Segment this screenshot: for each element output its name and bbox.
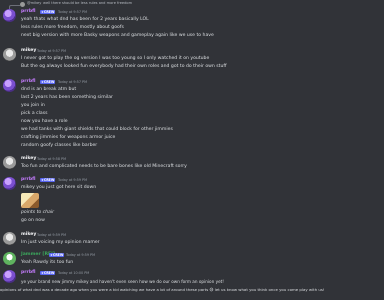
avatar[interactable] — [3, 177, 16, 190]
reply-user[interactable]: @mikey — [27, 1, 41, 5]
image-caption: points to chair — [21, 210, 55, 215]
message-line: yeah thats what dnd has been for 2 years… — [21, 17, 149, 22]
message-line: opinions of what dnd was a decade ago wh… — [0, 287, 325, 292]
avatar[interactable] — [3, 9, 16, 22]
message-line: crafting jimmies for weapons armor juice — [21, 135, 116, 140]
username[interactable]: prrbfl — [21, 79, 36, 84]
message-line: pick a class — [21, 111, 48, 116]
role-tag: ★CREW — [40, 178, 56, 182]
message-line: But the og always looked fun everybody h… — [21, 64, 227, 69]
avatar[interactable] — [3, 270, 16, 283]
message-line: Too fun and complicated needs to be bare… — [21, 164, 187, 169]
message-line: last 2 years has been something similar — [21, 95, 113, 100]
message-line: Yeah Rawdy its too fun — [21, 260, 74, 265]
chat-messages: @mikey well there should be less rules a… — [0, 0, 384, 300]
role-tag: ★CREW — [40, 10, 56, 14]
timestamp: Today at 9:59 PM — [58, 178, 88, 182]
avatar[interactable] — [3, 156, 16, 169]
username[interactable]: mikey — [21, 156, 36, 161]
message-line: ye your brand new jimmy mikey and haven'… — [21, 279, 224, 284]
username[interactable]: mikey — [21, 48, 36, 53]
reply-text: well there should be less rules and more… — [43, 1, 133, 5]
role-tag: ★CREW — [40, 271, 56, 275]
message-line: go on now — [21, 218, 45, 223]
message-line: next big version with more Basky weapons… — [21, 33, 214, 38]
timestamp: Today at 9:58 PM — [37, 157, 67, 161]
avatar[interactable] — [3, 252, 16, 265]
username[interactable]: prrbfl — [21, 177, 36, 182]
avatar[interactable] — [3, 232, 16, 245]
message-line: less rules more freedom, mostly about go… — [21, 25, 124, 30]
embedded-image[interactable] — [21, 193, 39, 208]
username[interactable]: mikey — [21, 232, 36, 237]
reply-avatar — [20, 2, 25, 7]
timestamp: Today at 10:00 PM — [58, 271, 90, 275]
timestamp: Today at 9:59 PM — [66, 253, 96, 257]
role-tag: ★CREW — [40, 80, 56, 84]
message-line: dnd is an break atm but — [21, 87, 77, 92]
avatar[interactable] — [3, 48, 16, 61]
message-line: Im just voicing my opinion mamer — [21, 240, 100, 245]
message-line: you join in — [21, 103, 45, 108]
message-line: random goofy classes like barber — [21, 143, 98, 148]
message-line: mikey you just got here sit down — [21, 185, 97, 190]
timestamp: Today at 9:59 PM — [37, 233, 67, 237]
role-tag: ★CREW — [49, 253, 65, 257]
timestamp: Today at 9:57 PM — [58, 80, 88, 84]
avatar[interactable] — [3, 79, 16, 92]
username[interactable]: prrbfl — [21, 270, 36, 275]
message-line: now you have a role — [21, 119, 68, 124]
timestamp: Today at 9:57 PM — [58, 10, 88, 14]
timestamp: Today at 9:57 PM — [37, 49, 67, 53]
message-line: I never got to play the og version I was… — [21, 56, 210, 61]
message-line: we had tanks with giant shields that cou… — [21, 127, 173, 132]
username[interactable]: prrbfl — [21, 9, 36, 14]
